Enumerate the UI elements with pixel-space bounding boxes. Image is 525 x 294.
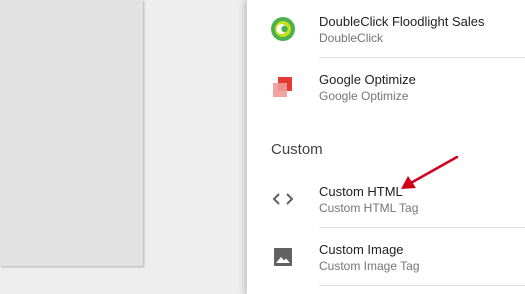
tag-item-custom-image[interactable]: Custom Image Custom Image Tag (247, 228, 525, 285)
tag-item-google-optimize[interactable]: Google Optimize Google Optimize (247, 58, 525, 115)
tag-item-title: DoubleClick Floodlight Sales (319, 14, 485, 29)
tag-item-custom-html[interactable]: Custom HTML Custom HTML Tag (247, 170, 525, 227)
tag-item-subtitle: Google Optimize (319, 89, 409, 103)
tag-item-doubleclick-floodlight-sales[interactable]: DoubleClick Floodlight Sales DoubleClick (247, 0, 525, 57)
image-icon (270, 244, 296, 270)
tag-item-title: Google Optimize (319, 72, 416, 87)
page-backdrop (0, 0, 247, 294)
section-heading-custom: Custom (271, 141, 323, 158)
divider (319, 285, 525, 286)
tag-type-panel: DoubleClick Floodlight Sales DoubleClick… (247, 0, 525, 294)
tag-item-title: Custom HTML (319, 184, 403, 199)
background-card (0, 0, 143, 266)
tag-item-subtitle: Custom HTML Tag (319, 201, 419, 215)
code-icon (270, 186, 296, 212)
tag-item-subtitle: DoubleClick (319, 31, 384, 45)
doubleclick-icon (270, 16, 296, 42)
google-optimize-icon (270, 74, 296, 100)
tag-item-title: Custom Image (319, 242, 404, 257)
tag-item-subtitle: Custom Image Tag (319, 259, 420, 273)
